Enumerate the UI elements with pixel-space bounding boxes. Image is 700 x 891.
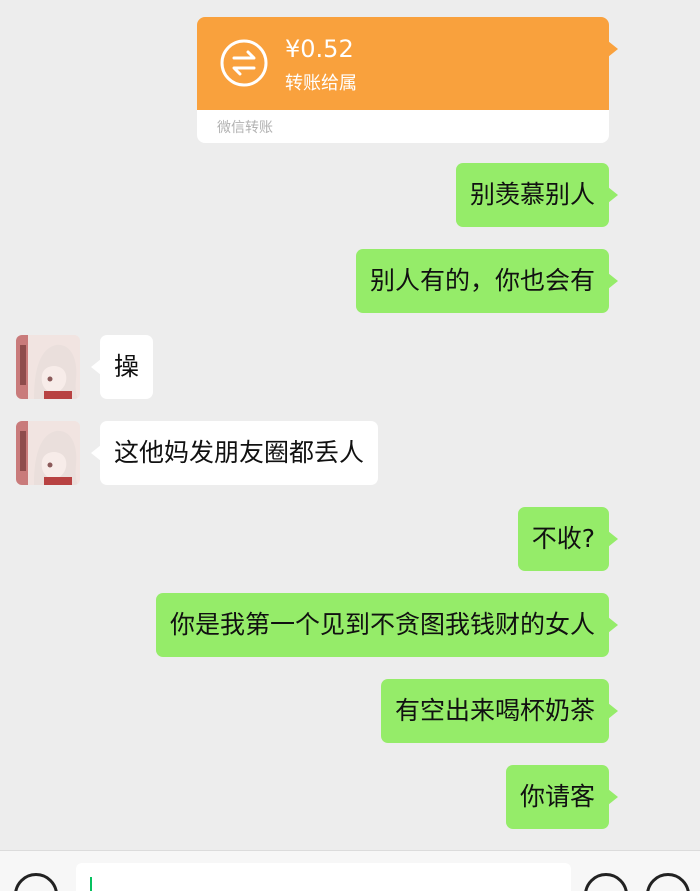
contact-avatar[interactable] <box>16 335 80 399</box>
contact-avatar[interactable] <box>16 421 80 485</box>
message-bubble-received[interactable]: 这他妈发朋友圈都丢人 <box>90 421 379 485</box>
message-bubble-sent[interactable]: 你是我第一个见到不贪图我钱财的女人 <box>155 593 619 657</box>
message-bubble-sent[interactable]: 不收? <box>517 507 619 571</box>
input-bar <box>0 850 700 891</box>
message-bubble-sent[interactable]: 你请客 <box>505 765 619 829</box>
transfer-amount: ¥0.52 <box>285 35 354 63</box>
transfer-arrows-icon <box>220 39 268 87</box>
emoji-icon[interactable] <box>584 873 628 891</box>
avatar-image <box>16 335 80 399</box>
message-bubble-sent[interactable]: 别羡慕别人 <box>455 163 619 227</box>
plus-icon[interactable] <box>646 873 690 891</box>
message-bubble-received[interactable]: 操 <box>90 335 154 399</box>
voice-icon[interactable] <box>14 873 58 891</box>
transfer-card[interactable]: ¥0.52 转账给属 微信转账 <box>197 17 618 143</box>
transfer-card-footer: 微信转账 <box>197 110 609 143</box>
transfer-note: 转账给属 <box>285 73 357 94</box>
avatar-image <box>16 421 80 485</box>
message-input[interactable] <box>76 863 571 891</box>
chat-window: ¥0.52 转账给属 微信转账 别羡慕别人 别人有的，你也会有 操 这他妈发朋友… <box>0 0 700 850</box>
transfer-source-label: 微信转账 <box>217 120 273 136</box>
message-bubble-sent[interactable]: 别人有的，你也会有 <box>355 249 619 313</box>
message-bubble-sent[interactable]: 有空出来喝杯奶茶 <box>380 679 619 743</box>
text-cursor <box>90 877 92 891</box>
transfer-card-header: ¥0.52 转账给属 <box>197 17 618 110</box>
